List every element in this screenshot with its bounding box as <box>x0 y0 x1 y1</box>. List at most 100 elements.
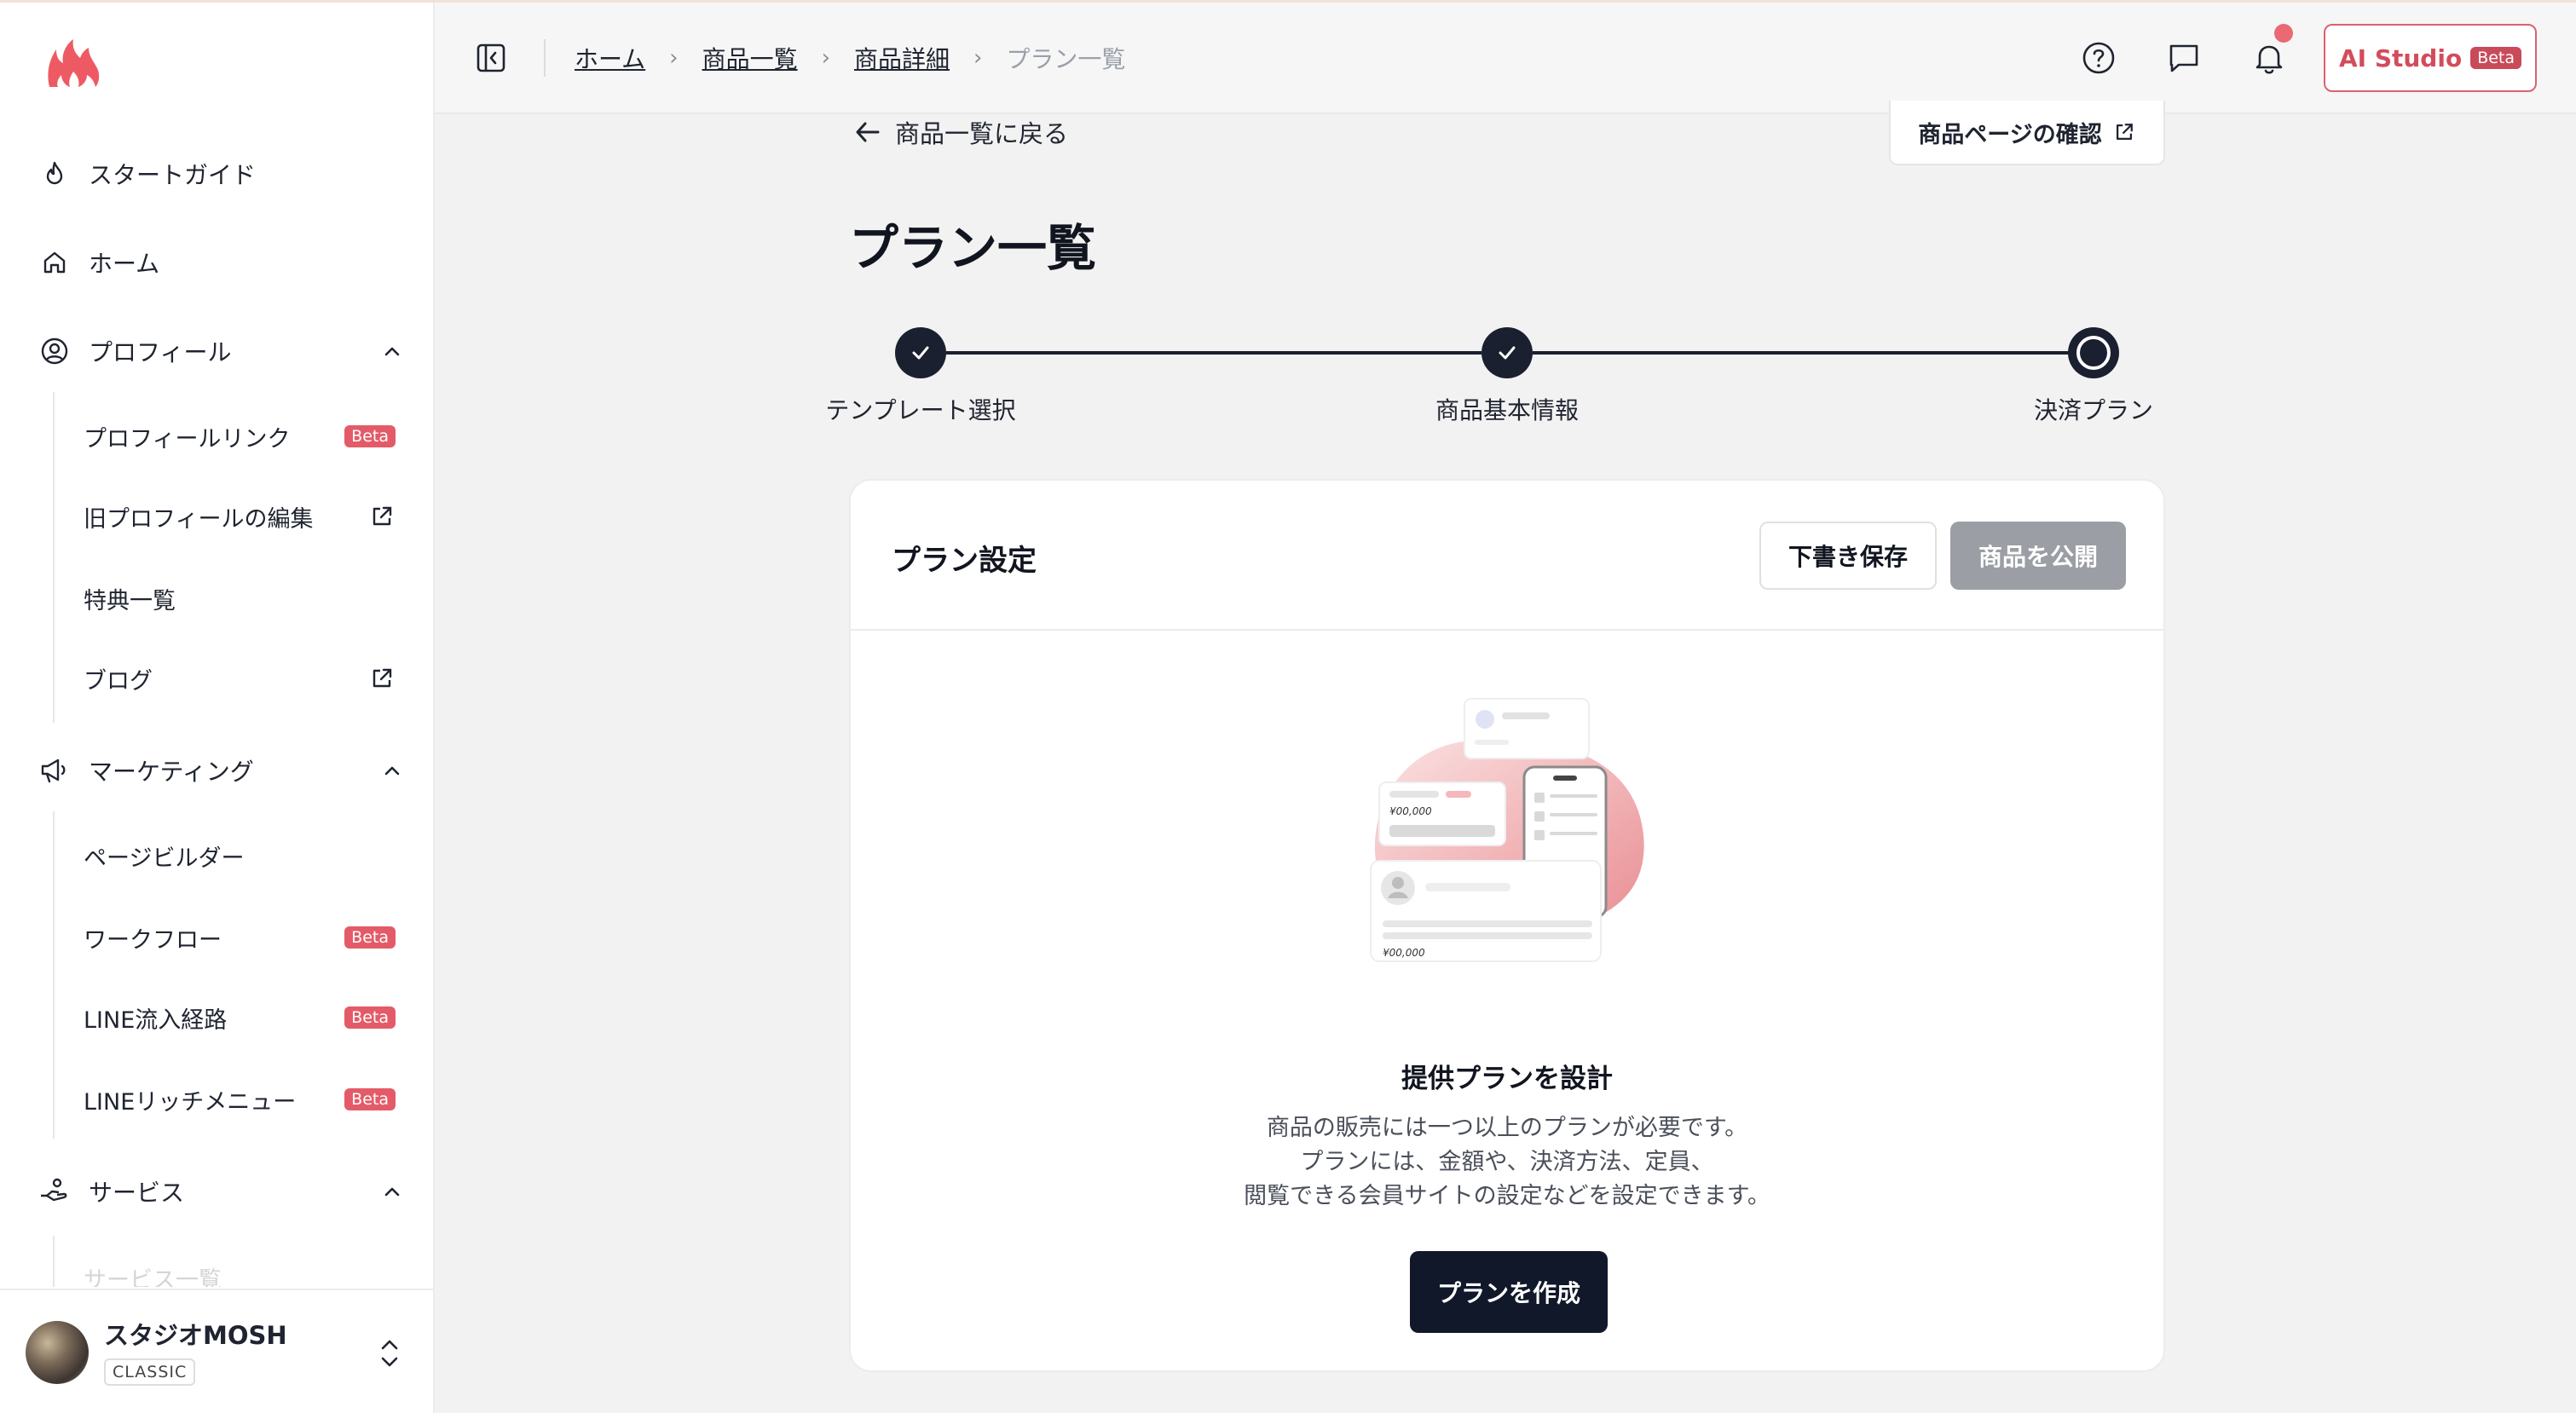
create-plan-button[interactable]: プランを作成 <box>1410 1251 1608 1333</box>
user-name: スタジオMOSH <box>104 1321 287 1350</box>
page-title: プラン一覧 <box>849 219 1097 277</box>
arrow-left-icon <box>856 122 880 142</box>
sidebar-item-line-source[interactable]: LINE流入経路 Beta <box>84 990 396 1045</box>
ai-studio-label: AI Studio <box>2338 43 2463 72</box>
step-current-indicator <box>2068 327 2119 378</box>
beta-badge: Beta <box>344 425 396 447</box>
chevron-up-icon[interactable] <box>380 758 404 782</box>
plan-empty-illustration: ¥00,000 ¥00,000 <box>1362 690 1655 980</box>
sidebar-item-label: サービス <box>89 1179 185 1207</box>
preview-label: 商品ページの確認 <box>1918 121 2102 148</box>
flame-icon <box>38 157 72 191</box>
step-label-basic-info: 商品基本情報 <box>1435 396 1579 424</box>
card-title: プラン設定 <box>892 544 1037 578</box>
sidebar-item-label: LINEリッチメニュー <box>84 1088 297 1116</box>
notification-dot <box>2274 24 2293 43</box>
back-to-product-list-link[interactable]: 商品一覧に戻る <box>852 114 1068 150</box>
beta-badge: Beta <box>344 1006 396 1029</box>
sidebar-item-label: スタートガイド <box>89 161 257 189</box>
bell-icon[interactable] <box>2250 39 2288 77</box>
price-label-1: ¥00,000 <box>1389 805 1432 817</box>
sidebar-item-label: サービス一覧 <box>84 1267 222 1287</box>
sidebar-item-label: ページビルダー <box>84 845 245 872</box>
flame-logo-icon[interactable] <box>44 37 104 90</box>
user-account-switcher[interactable]: スタジオMOSH CLASSIC <box>0 1289 433 1413</box>
empty-desc-line: 閲覧できる会員サイトの設定などを設定できます。 <box>1244 1183 1770 1209</box>
header-divider <box>544 39 546 77</box>
stepper-connector <box>946 351 1481 355</box>
home-icon <box>38 245 72 280</box>
external-link-icon <box>2116 124 2133 141</box>
product-page-preview-button[interactable]: 商品ページの確認 <box>1889 101 2165 165</box>
submenu-rail <box>53 1236 55 1287</box>
sidebar-item-blog[interactable]: ブログ <box>84 651 396 706</box>
sidebar-item-start-guide[interactable]: スタートガイド <box>38 147 404 201</box>
ai-studio-button[interactable]: AI Studio Beta <box>2324 24 2537 92</box>
empty-state-description: 商品の販売には一つ以上のプランが必要です。 プランには、金額や、決済方法、定員、… <box>851 1111 2163 1214</box>
sidebar-item-home[interactable]: ホーム <box>38 235 404 290</box>
chevron-right-icon: › <box>821 45 830 71</box>
sidebar-item-label: プロフィール <box>89 338 232 366</box>
check-icon <box>912 346 929 360</box>
chevron-up-icon[interactable] <box>380 1179 404 1203</box>
sidebar-item-label: ワークフロー <box>84 926 222 954</box>
step-label-payment-plan: 決済プラン <box>2033 396 2153 424</box>
check-icon <box>1499 346 1516 360</box>
step-done-indicator <box>1481 327 1533 378</box>
sidebar-item-line-rich-menu[interactable]: LINEリッチメニュー Beta <box>84 1072 396 1127</box>
sidebar-item-benefits[interactable]: 特典一覧 <box>84 571 396 626</box>
chevron-right-icon: › <box>973 45 983 71</box>
sidebar-item-label: ブログ <box>84 667 153 695</box>
card-divider <box>851 629 2163 631</box>
plan-settings-card: プラン設定 下書き保存 商品を公開 ¥00,000 ¥00,000 提供プランを… <box>849 479 2165 1372</box>
sidebar-item-label: LINE流入経路 <box>84 1006 228 1034</box>
sidebar-item-profile[interactable]: プロフィール <box>38 324 404 378</box>
breadcrumb-product-list[interactable]: 商品一覧 <box>702 41 798 75</box>
sidebar-item-label: ホーム <box>89 250 160 278</box>
submenu-rail <box>53 392 55 723</box>
sidebar-item-label: マーケティング <box>89 758 254 786</box>
sidebar: スタートガイド ホーム プロフィール プロフィールリンク Beta 旧プロフィー… <box>0 0 435 1413</box>
chat-icon[interactable] <box>2165 39 2203 77</box>
chevron-right-icon: › <box>669 45 679 71</box>
save-draft-button[interactable]: 下書き保存 <box>1759 522 1937 590</box>
sidebar-collapse-icon[interactable] <box>474 41 508 75</box>
current-step-ring <box>2076 336 2111 370</box>
stepper-connector <box>1533 351 2070 355</box>
sidebar-item-label: 特典一覧 <box>84 587 176 614</box>
breadcrumb-product-detail[interactable]: 商品詳細 <box>854 41 950 75</box>
chevron-up-icon[interactable] <box>380 339 404 363</box>
beta-badge: Beta <box>344 926 396 949</box>
step-done-indicator <box>895 327 946 378</box>
breadcrumb: ホーム › 商品一覧 › 商品詳細 › プラン一覧 <box>575 41 1125 75</box>
empty-state-title: 提供プランを設計 <box>1401 1064 1613 1094</box>
sidebar-item-label: 旧プロフィールの編集 <box>84 505 314 533</box>
breadcrumb-home[interactable]: ホーム <box>575 41 645 75</box>
chevron-up-down-icon[interactable] <box>377 1335 402 1372</box>
empty-desc-line: 商品の販売には一つ以上のプランが必要です。 <box>1266 1115 1748 1141</box>
external-link-icon <box>368 665 396 692</box>
top-header: ホーム › 商品一覧 › 商品詳細 › プラン一覧 AI Studio Beta <box>435 0 2576 114</box>
price-label-2: ¥00,000 <box>1383 947 1425 959</box>
sidebar-item-page-builder[interactable]: ページビルダー <box>84 828 396 883</box>
sidebar-item-service[interactable]: サービス <box>38 1164 404 1219</box>
beta-badge: Beta <box>2470 47 2522 69</box>
beta-badge: Beta <box>344 1088 396 1110</box>
top-accent-line <box>0 0 2576 3</box>
megaphone-icon <box>38 753 72 787</box>
empty-desc-line: プランには、金額や、決済方法、定員、 <box>1300 1149 1714 1175</box>
plan-badge: CLASSIC <box>104 1358 196 1386</box>
hand-service-icon <box>38 1174 72 1208</box>
back-link-label: 商品一覧に戻る <box>895 119 1069 148</box>
sidebar-item-workflow[interactable]: ワークフロー Beta <box>84 910 396 965</box>
sidebar-item-old-profile-edit[interactable]: 旧プロフィールの編集 <box>84 489 396 544</box>
sidebar-item-profile-link[interactable]: プロフィールリンク Beta <box>84 409 396 464</box>
submenu-rail <box>53 811 55 1139</box>
avatar <box>26 1321 89 1384</box>
help-icon[interactable] <box>2080 39 2117 77</box>
sidebar-item-service-list[interactable]: サービス一覧 <box>84 1249 396 1287</box>
user-circle-icon <box>38 334 72 368</box>
breadcrumb-plan-list: プラン一覧 <box>1006 45 1126 73</box>
publish-product-button[interactable]: 商品を公開 <box>1950 522 2126 590</box>
sidebar-item-marketing[interactable]: マーケティング <box>38 743 404 798</box>
